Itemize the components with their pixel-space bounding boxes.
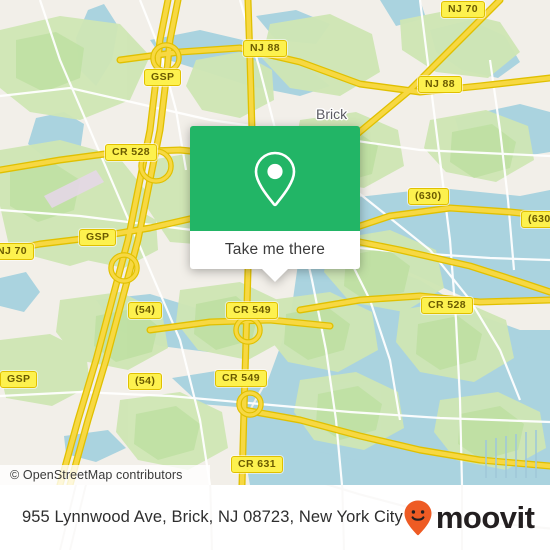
shield-gsp-mid[interactable]: GSP [79,229,117,246]
shield-nj-70-west[interactable]: NJ 70 [0,243,35,260]
moovit-logo[interactable]: moovit [403,499,535,537]
map-pin-icon [254,151,296,206]
shield-gsp-north[interactable]: GSP [144,69,182,86]
shield-route-54-south[interactable]: (54) [128,373,163,390]
moovit-map-screen: Brick NJ 70 NJ 88 NJ 88 GSP CR 528 (630)… [0,0,550,550]
shield-route-54-north[interactable]: (54) [128,302,163,319]
shield-route-630-east[interactable]: (630) [521,211,550,228]
footer-content: 955 Lynnwood Ave, Brick, NJ 08723, New Y… [0,485,550,550]
moovit-pin-icon [404,500,432,535]
card-header [190,126,360,231]
map-canvas[interactable]: Brick NJ 70 NJ 88 NJ 88 GSP CR 528 (630)… [0,0,550,485]
map-attribution[interactable]: © OpenStreetMap contributors [0,465,210,485]
card-action[interactable]: Take me there [190,231,360,282]
shield-cr-528-west[interactable]: CR 528 [105,144,158,161]
shield-gsp-south[interactable]: GSP [0,371,38,388]
shield-nj-88-west[interactable]: NJ 88 [243,40,288,57]
place-label-brick: Brick [316,106,348,122]
address-footer: 955 Lynnwood Ave, Brick, NJ 08723, New Y… [0,485,550,550]
shield-cr-549-south[interactable]: CR 549 [215,370,268,387]
shield-route-630-west[interactable]: (630) [408,188,449,205]
shield-nj-70-north[interactable]: NJ 70 [441,1,486,18]
card-pointer-tail [262,269,288,282]
shield-cr-631-south[interactable]: CR 631 [231,456,284,473]
moovit-wordmark: moovit [435,500,535,535]
shield-cr-528-east[interactable]: CR 528 [421,297,474,314]
address-text: 955 Lynnwood Ave, Brick, NJ 08723, New Y… [22,508,403,526]
take-me-there-card[interactable]: Take me there [190,126,360,282]
shield-nj-88-east[interactable]: NJ 88 [418,76,463,93]
card-action-label: Take me there [224,241,326,258]
shield-cr-549-north[interactable]: CR 549 [226,302,279,319]
attribution-text: © OpenStreetMap contributors [10,468,183,482]
